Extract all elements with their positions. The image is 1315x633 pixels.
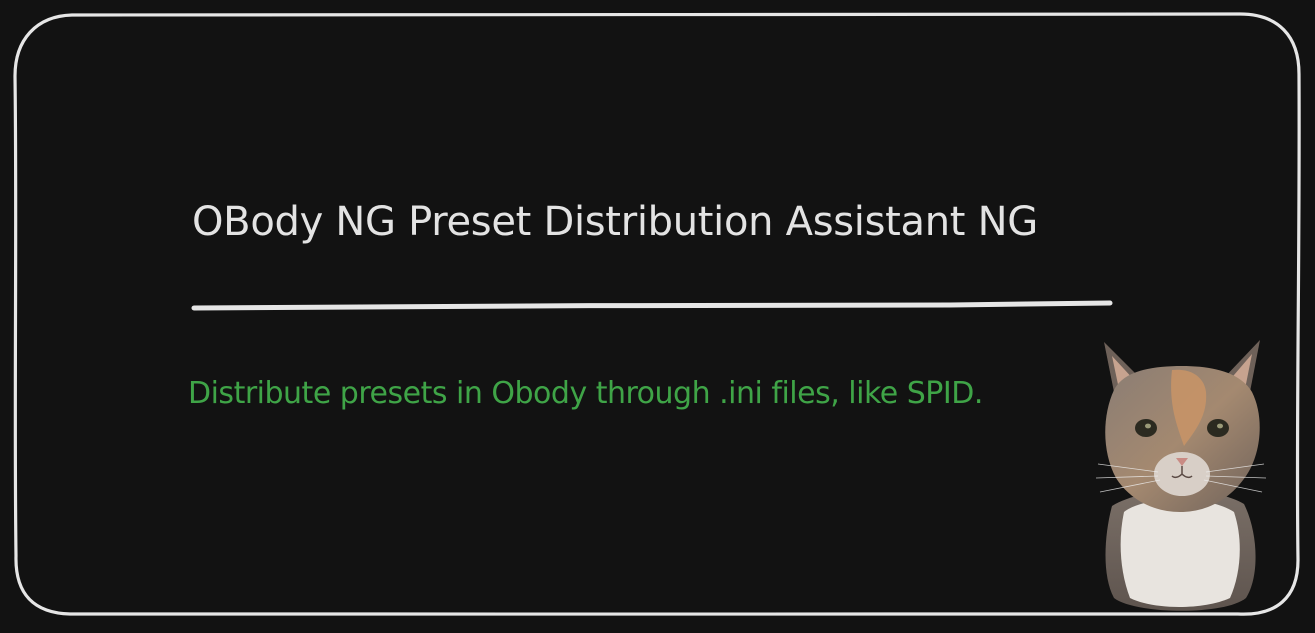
page-title: OBody NG Preset Distribution Assistant N… — [192, 199, 1038, 245]
title-divider — [191, 300, 1113, 311]
cat-photo-icon — [1095, 340, 1266, 611]
tagline: Distribute presets in Obody through .ini… — [188, 376, 983, 411]
banner-card: OBody NG Preset Distribution Assistant N… — [0, 0, 1315, 633]
